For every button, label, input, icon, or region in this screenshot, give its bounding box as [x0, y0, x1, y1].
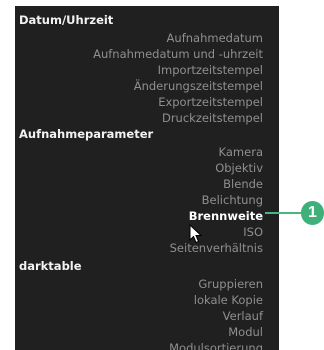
menu-item-exportzeitstempel[interactable]: Exportzeitstempel — [15, 94, 279, 110]
menu-item-verlauf[interactable]: Verlauf — [15, 308, 279, 324]
section-header-darktable: darktable — [19, 259, 82, 273]
menu-item-gruppieren[interactable]: Gruppieren — [15, 276, 279, 292]
menu-item-brennweite[interactable]: Brennweite — [15, 208, 279, 224]
menu-item-belichtung[interactable]: Belichtung — [15, 192, 279, 208]
menu-item-modul[interactable]: Modul — [15, 324, 279, 340]
mouse-pointer-icon — [189, 224, 203, 244]
sort-by-menu: Datum/Uhrzeit Aufnahmedatum Aufnahmedatu… — [15, 6, 279, 350]
menu-item-blende[interactable]: Blende — [15, 176, 279, 192]
menu-item-seitenverhaeltnis[interactable]: Seitenverhältnis — [15, 240, 279, 256]
menu-item-modulsortierung[interactable]: Modulsortierung — [15, 340, 279, 350]
callout-number-badge: 1 — [301, 201, 324, 225]
menu-item-aenderungszeitstempel[interactable]: Änderungszeitstempel — [15, 78, 279, 94]
section-header-aufnahmeparameter: Aufnahmeparameter — [19, 127, 154, 141]
menu-item-aufnahmedatum[interactable]: Aufnahmedatum — [15, 30, 279, 46]
menu-item-kamera[interactable]: Kamera — [15, 144, 279, 160]
menu-item-aufnahmedatum-und-uhrzeit[interactable]: Aufnahmedatum und -uhrzeit — [15, 46, 279, 62]
menu-item-objektiv[interactable]: Objektiv — [15, 160, 279, 176]
menu-item-lokale-kopie[interactable]: lokale Kopie — [15, 292, 279, 308]
section-header-datum-uhrzeit: Datum/Uhrzeit — [19, 13, 114, 27]
menu-item-importzeitstempel[interactable]: Importzeitstempel — [15, 62, 279, 78]
menu-item-druckzeitstempel[interactable]: Druckzeitstempel — [15, 110, 279, 126]
menu-item-iso[interactable]: ISO — [15, 224, 279, 240]
